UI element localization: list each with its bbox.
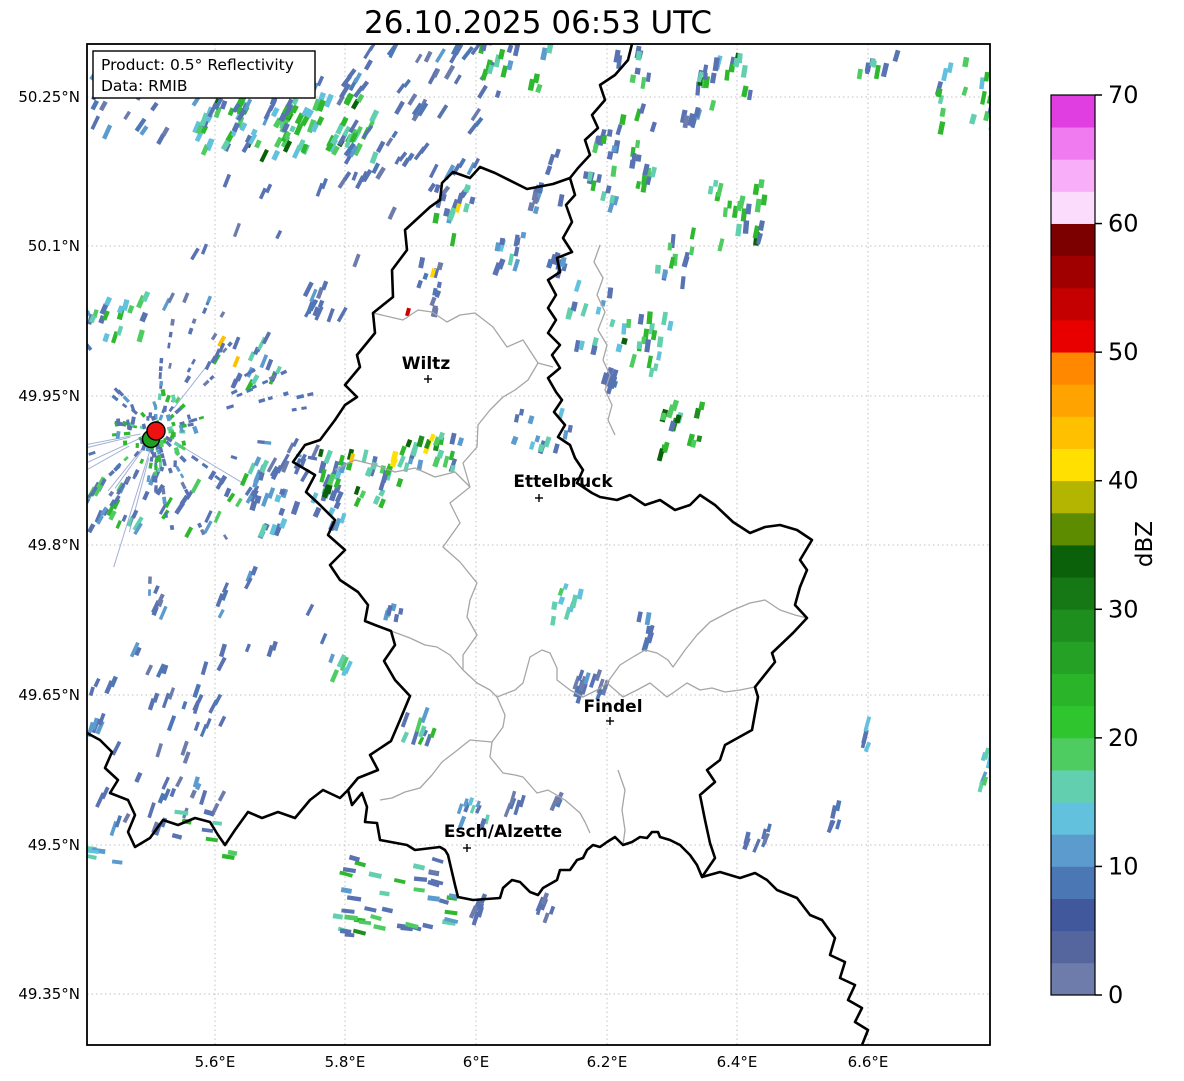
colorbar-segment — [1051, 962, 1095, 996]
echo-pixel — [159, 439, 164, 447]
echo-pixel — [123, 431, 131, 436]
colorbar-tick-label: 30 — [1108, 595, 1139, 623]
echo-pixel — [147, 589, 152, 596]
y-axis-tick-label: 49.65°N — [18, 686, 80, 704]
colorbar-segment — [1051, 191, 1095, 224]
x-axis-tick-label: 5.8°E — [325, 1053, 366, 1071]
colorbar-tick-label: 10 — [1108, 852, 1139, 880]
echo-pixel — [634, 67, 641, 75]
colorbar-tick-label: 20 — [1108, 724, 1139, 752]
colorbar-segment — [1051, 512, 1095, 546]
echo-pixel — [635, 154, 642, 162]
colorbar-segment — [1051, 95, 1095, 128]
colorbar-tick-label: 0 — [1108, 981, 1123, 1009]
echo-pixel — [635, 50, 642, 61]
colorbar-segment — [1051, 287, 1095, 321]
x-axis-tick-label: 6.4°E — [717, 1053, 758, 1071]
city-label: Findel — [583, 697, 642, 717]
colorbar-segment — [1051, 255, 1095, 289]
echo-pixel — [667, 242, 673, 251]
colorbar-segment — [1051, 705, 1095, 739]
echo-pixel — [148, 412, 153, 418]
echo-pixel — [736, 53, 743, 64]
echo-pixel — [158, 372, 162, 380]
city-label: Ettelbruck — [513, 472, 613, 492]
echo-pixel — [646, 311, 653, 325]
colorbar-segment — [1051, 673, 1095, 707]
colorbar-tick-label: 70 — [1108, 81, 1139, 109]
figure-title: 26.10.2025 06:53 UTC — [364, 5, 712, 41]
echo-pixel — [702, 72, 708, 80]
echo-pixel — [116, 418, 121, 427]
y-axis-tick-label: 50.25°N — [18, 88, 80, 106]
colorbar-segment — [1051, 930, 1095, 964]
radar-map-figure: 26.10.2025 06:53 UTC Wiltz Ettelbruck Find… — [0, 0, 1184, 1081]
echo-pixel — [626, 318, 632, 329]
colorbar-segment — [1051, 448, 1095, 482]
radar-site-red-dot — [146, 421, 166, 441]
echo-pixel — [154, 475, 158, 483]
data-source-line: Data: RMIB — [101, 77, 188, 95]
colorbar-unit-label: dBZ — [1132, 521, 1158, 567]
echo-pixel — [159, 380, 164, 387]
colorbar-segment — [1051, 898, 1095, 932]
echo-pixel — [135, 443, 139, 448]
x-axis-tick-label: 6°E — [463, 1053, 490, 1071]
colorbar-segment — [1051, 352, 1095, 385]
colorbar-segment — [1051, 159, 1095, 192]
colorbar-tick-label: 40 — [1108, 467, 1139, 495]
colorbar-segment — [1051, 737, 1095, 771]
echo-pixel — [264, 440, 272, 445]
x-axis-tick-label: 6.6°E — [848, 1053, 889, 1071]
product-info-box: Product: 0.5° Reflectivity Data: RMIB — [92, 50, 316, 99]
y-axis-tick-label: 50.1°N — [28, 237, 80, 255]
echo-pixel — [621, 323, 627, 335]
echo-pixel — [158, 366, 163, 372]
page-background — [0, 0, 1184, 1081]
echo-pixel — [520, 231, 527, 239]
echo-pixel — [127, 425, 133, 431]
colorbar-segment — [1051, 834, 1095, 867]
echo-pixel — [159, 357, 164, 364]
echo-pixel — [722, 207, 728, 218]
product-line: Product: 0.5° Reflectivity — [101, 56, 294, 74]
echo-pixel — [742, 220, 750, 234]
colorbar-segment — [1051, 127, 1095, 160]
city-label: Wiltz — [402, 354, 451, 374]
colorbar-segment — [1051, 320, 1095, 353]
colorbar-segment — [1051, 641, 1095, 674]
y-axis-tick-label: 49.5°N — [28, 836, 80, 854]
colorbar-segment — [1051, 416, 1095, 449]
echo-pixel — [169, 524, 175, 531]
echo-pixel — [154, 485, 158, 493]
echo-pixel — [727, 200, 733, 209]
y-axis-tick-label: 49.8°N — [28, 536, 80, 554]
echo-pixel — [636, 341, 643, 350]
x-axis-tick-label: 6.2°E — [587, 1053, 628, 1071]
colorbar-segment — [1051, 609, 1095, 642]
city-label: Esch/Alzette — [444, 822, 562, 842]
x-axis-tick-label: 5.6°E — [195, 1053, 236, 1071]
colorbar-segment — [1051, 545, 1095, 578]
colorbar-tick-label: 50 — [1108, 338, 1139, 366]
colorbar-segment — [1051, 480, 1095, 514]
echo-pixel — [148, 576, 152, 584]
colorbar-segment — [1051, 802, 1095, 835]
echo-pixel — [157, 393, 162, 401]
echo-pixel — [156, 467, 161, 473]
echo-pixel — [173, 460, 177, 468]
colorbar-tick-label: 60 — [1108, 210, 1139, 238]
colorbar-segment — [1051, 866, 1095, 899]
y-axis-tick-label: 49.95°N — [18, 387, 80, 405]
colorbar-segment — [1051, 770, 1095, 803]
colorbar-segment — [1051, 384, 1095, 417]
y-axis-tick-label: 49.35°N — [18, 985, 80, 1003]
echo-pixel — [123, 440, 128, 446]
colorbar-segment — [1051, 223, 1095, 257]
echo-pixel — [654, 264, 661, 274]
colorbar-segment — [1051, 577, 1095, 610]
